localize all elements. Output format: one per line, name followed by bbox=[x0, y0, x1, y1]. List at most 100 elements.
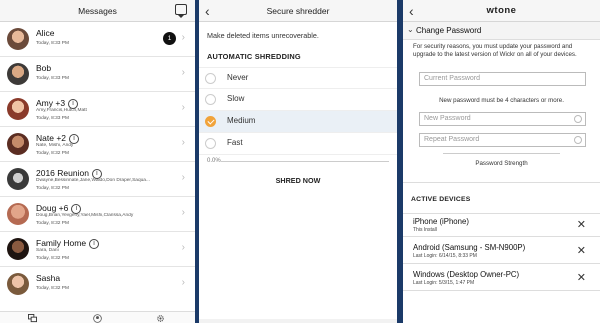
chevron-right-icon: › bbox=[181, 277, 185, 288]
messages-screen: Messages Alice Today, 8:33 PM 1 › Bob To… bbox=[0, 0, 195, 323]
option-medium[interactable]: Medium bbox=[199, 111, 397, 133]
active-devices-heading: ACTIVE DEVICES bbox=[411, 196, 471, 203]
chevron-right-icon: › bbox=[181, 67, 185, 78]
conversation-row-sasha[interactable]: Sasha Today, 8:32 PM › bbox=[0, 267, 195, 302]
radio-unchecked-icon bbox=[205, 138, 216, 149]
avatar bbox=[7, 203, 29, 225]
shred-progress-bar bbox=[221, 161, 389, 162]
conversation-time: Today, 8:33 PM bbox=[36, 116, 69, 121]
account-header: ‹ wtone bbox=[403, 0, 600, 22]
chevron-down-icon: ⌄ bbox=[407, 25, 414, 34]
conversation-members: Dwayne,Bessinnate,Jane,Waldo,Don Draper,… bbox=[36, 178, 150, 183]
conversation-members: Amy,Francis,Hutch,Matt bbox=[36, 108, 87, 113]
password-strength-label: Password Strength bbox=[475, 160, 528, 167]
chat-bubbles-icon[interactable] bbox=[28, 314, 37, 323]
conversation-name: Alice bbox=[36, 28, 55, 38]
avatar bbox=[7, 28, 29, 50]
password-strength-bar bbox=[443, 153, 560, 154]
conversation-row-amy[interactable]: Amy +3 i Amy,Francis,Hutch,Matt Today, 8:… bbox=[0, 92, 195, 127]
avatar bbox=[7, 238, 29, 260]
account-settings-screen: ‹ wtone ⌄ Change Password For security r… bbox=[403, 0, 600, 323]
close-icon[interactable]: ✕ bbox=[577, 271, 586, 284]
divider bbox=[403, 182, 600, 183]
validation-check-icon bbox=[574, 115, 582, 123]
option-fast[interactable]: Fast bbox=[199, 133, 397, 155]
automatic-shredding-heading: AUTOMATIC SHREDDING bbox=[207, 52, 301, 61]
conversation-time: Today, 8:32 PM bbox=[36, 256, 69, 261]
conversation-time: Today, 8:33 PM bbox=[36, 41, 69, 46]
new-password-placeholder: New Password bbox=[424, 115, 471, 122]
option-never[interactable]: Never bbox=[199, 67, 397, 89]
current-password-field[interactable]: Current Password bbox=[419, 72, 586, 86]
validation-check-icon bbox=[574, 136, 582, 144]
device-row-windows: Windows (Desktop Owner-PC) Last Login: 5… bbox=[403, 267, 600, 291]
conversation-row-nate[interactable]: Nate +2 i Nate, Mishi, Andy Today, 8:32 P… bbox=[0, 127, 195, 162]
conversation-name-text: 2016 Reunion bbox=[36, 168, 89, 178]
chevron-right-icon: › bbox=[181, 207, 185, 218]
device-row-iphone: iPhone (iPhone) This Install ✕ bbox=[403, 213, 600, 237]
avatar bbox=[7, 168, 29, 190]
account-title: wtone bbox=[486, 5, 517, 16]
settings-gear-icon[interactable] bbox=[156, 314, 165, 323]
chevron-right-icon: › bbox=[181, 172, 185, 183]
conversation-name-text: Family Home bbox=[36, 238, 87, 248]
conversation-time: Today, 8:32 PM bbox=[36, 221, 69, 226]
option-slow[interactable]: Slow bbox=[199, 89, 397, 111]
conversation-row-bob[interactable]: Bob Today, 8:33 PM › bbox=[0, 57, 195, 92]
conversation-time: Today, 8:32 PM bbox=[36, 286, 69, 291]
conversation-time: Today, 8:33 PM bbox=[36, 76, 69, 81]
back-chevron-icon[interactable]: ‹ bbox=[409, 0, 414, 22]
change-password-section[interactable]: ⌄ Change Password bbox=[403, 22, 600, 40]
shred-progress-label: 0.0% bbox=[207, 158, 221, 164]
chevron-right-icon: › bbox=[181, 102, 185, 113]
compose-message-icon[interactable] bbox=[175, 4, 187, 18]
conversation-row-family[interactable]: Family Home i Sara, Dani Today, 8:32 PM › bbox=[0, 232, 195, 267]
chevron-right-icon: › bbox=[181, 32, 185, 43]
profile-icon[interactable] bbox=[93, 314, 102, 323]
chevron-right-icon: › bbox=[181, 137, 185, 148]
device-detail: Last Login: 5/3/15, 1:47 PM bbox=[413, 280, 475, 286]
new-password-field[interactable]: New Password bbox=[419, 112, 586, 126]
device-row-android: Android (Samsung - SM-N900P) Last Login:… bbox=[403, 240, 600, 264]
avatar bbox=[7, 273, 29, 295]
conversation-name-text: Nate +2 bbox=[36, 133, 67, 143]
secure-shredder-screen: ‹ Secure shredder Make deleted items unr… bbox=[199, 0, 397, 323]
repeat-password-placeholder: Repeat Password bbox=[424, 136, 480, 143]
conversation-name: Bob bbox=[36, 63, 52, 73]
bottom-tab-bar-edge bbox=[199, 319, 397, 323]
option-label: Medium bbox=[227, 116, 256, 125]
chevron-right-icon: › bbox=[181, 242, 185, 253]
option-label: Slow bbox=[227, 94, 245, 103]
shredder-title: Secure shredder bbox=[266, 6, 330, 16]
option-label: Never bbox=[227, 73, 249, 82]
messages-title: Messages bbox=[78, 6, 117, 16]
shred-now-button[interactable]: SHRED NOW bbox=[199, 176, 397, 185]
device-name: iPhone (iPhone) bbox=[413, 217, 469, 226]
conversation-row-doug[interactable]: Doug +6 i Doug,Brian,Yevgeny,Yael,Mishi,C… bbox=[0, 197, 195, 232]
shredder-header: ‹ Secure shredder bbox=[199, 0, 397, 22]
conversation-time: Today, 8:32 PM bbox=[36, 186, 69, 191]
option-label: Fast bbox=[227, 138, 243, 147]
conversation-name: Sasha bbox=[36, 273, 61, 283]
conversation-row-alice[interactable]: Alice Today, 8:33 PM 1 › bbox=[0, 22, 195, 57]
close-icon[interactable]: ✕ bbox=[577, 218, 586, 231]
device-name: Android (Samsung - SM-N900P) bbox=[413, 243, 526, 252]
avatar bbox=[7, 98, 29, 120]
password-rule-text: New password must be 4 characters or mor… bbox=[439, 97, 564, 104]
repeat-password-field[interactable]: Repeat Password bbox=[419, 133, 586, 147]
device-name: Windows (Desktop Owner-PC) bbox=[413, 270, 520, 279]
conversation-row-reunion[interactable]: 2016 Reunion i Dwayne,Bessinnate,Jane,Wal… bbox=[0, 162, 195, 197]
change-password-heading: Change Password bbox=[416, 26, 482, 35]
avatar bbox=[7, 63, 29, 85]
shredder-description: Make deleted items unrecoverable. bbox=[207, 31, 319, 40]
radio-checked-icon bbox=[205, 116, 216, 127]
close-icon[interactable]: ✕ bbox=[577, 244, 586, 257]
back-chevron-icon[interactable]: ‹ bbox=[205, 0, 210, 22]
messages-header: Messages bbox=[0, 0, 195, 22]
conversation-name-text: Doug +6 bbox=[36, 203, 69, 213]
conversation-members: Doug,Brian,Yevgeny,Yael,Mishi,Clarissa,A… bbox=[36, 213, 134, 218]
conversation-members: Sara, Dani bbox=[36, 248, 59, 253]
conversation-members: Nate, Mishi, Andy bbox=[36, 143, 74, 148]
conversation-time: Today, 8:32 PM bbox=[36, 151, 69, 156]
bottom-tab-bar bbox=[0, 311, 195, 323]
